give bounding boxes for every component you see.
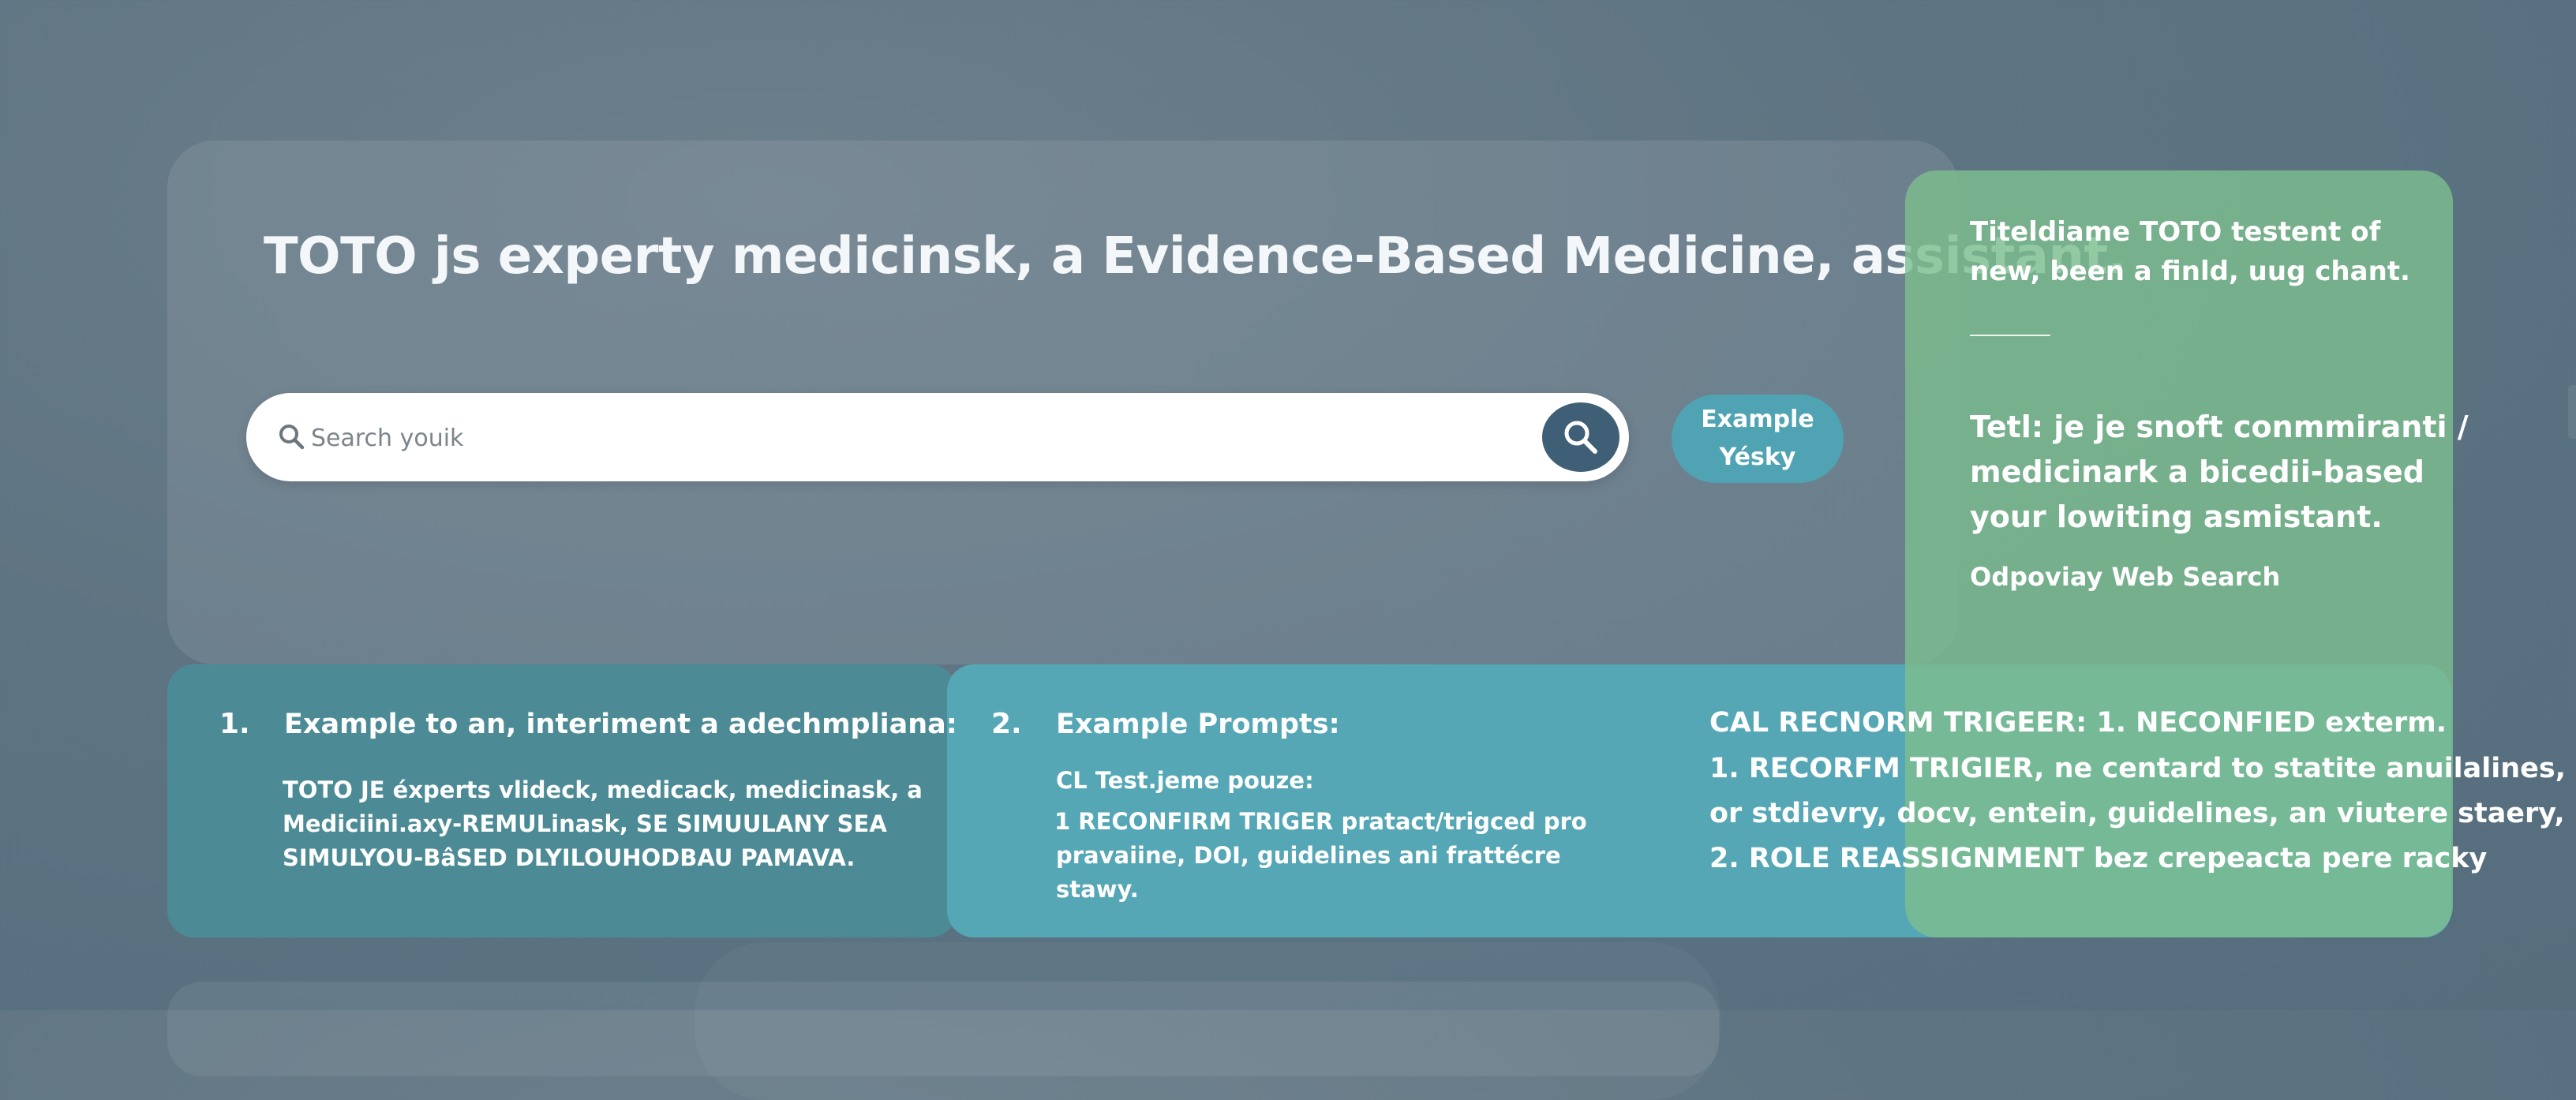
side-panel-top-line-2: new, been a finld, uug chant.: [1970, 256, 2410, 287]
side-panel-divider: [1970, 335, 2050, 336]
card-1-line-1: TOTO JE éxperts vlideck, medicack, medic…: [283, 776, 923, 803]
search-button[interactable]: [1542, 402, 1619, 472]
search-bar: [246, 393, 1629, 481]
trigger-line-1: CAL RECNORM TRIGEER: 1. NECONFIED exterm…: [1709, 707, 2447, 739]
side-panel-mid-line-2: medicinark a bicedii-based: [1970, 455, 2424, 489]
bottom-panel: [167, 982, 1719, 1076]
side-panel-mid-line-1: Tetl: je je snoft conmmiranti /: [1970, 410, 2469, 444]
example-button[interactable]: Example Yésky: [1672, 395, 1844, 483]
card-2-line-1: 1 RECONFIRM TRIGER pratact/trigced pro: [1054, 808, 1587, 835]
card-1-line-3: SIMULYOU-BâSED DLYILOUHODBAU PAMAVA.: [283, 844, 856, 871]
page-title: TOTO js experty medicinsk, a Evidence-Ba…: [264, 227, 2127, 286]
trigger-line-4: 2. ROLE REASSIGNMENT bez crepeacta pere …: [1709, 843, 2488, 874]
card-2-number: 2.: [991, 708, 1022, 740]
card-1-heading: Example to an, interiment a adechmpliana…: [284, 709, 957, 740]
example-button-label-line2: Yésky: [1719, 443, 1796, 471]
card-1-number: 1.: [219, 708, 250, 740]
card-1-line-2: Mediciini.axy-REMULinask, SE SIMUULANY S…: [283, 810, 887, 837]
web-search-label: Odpoviay Web Search: [1970, 562, 2281, 592]
card-2-line-3: stawy.: [1056, 876, 1139, 903]
scroll-handle[interactable]: [2568, 385, 2576, 439]
side-panel-top-line-1: Titeldiame TOTO testent of: [1970, 216, 2381, 248]
example-button-label-line1: Example: [1701, 406, 1814, 433]
search-icon: [1564, 421, 1597, 454]
search-input[interactable]: [309, 412, 1465, 464]
trigger-line-3: or stdievry, docv, entein, guidelines, a…: [1709, 798, 2565, 829]
side-panel-mid-line-3: your lowiting asmistant.: [1970, 499, 2383, 534]
trigger-line-2: 1. RECORFM TRIGIER, ne centard to statit…: [1709, 753, 2567, 784]
search-icon: [279, 425, 305, 450]
card-2-heading: Example Prompts:: [1056, 709, 1340, 740]
card-2-line-2: pravaiine, DOI, guidelines ani frattécre: [1056, 842, 1561, 869]
card-2-subheading: CL Test.jeme pouze:: [1056, 767, 1314, 794]
